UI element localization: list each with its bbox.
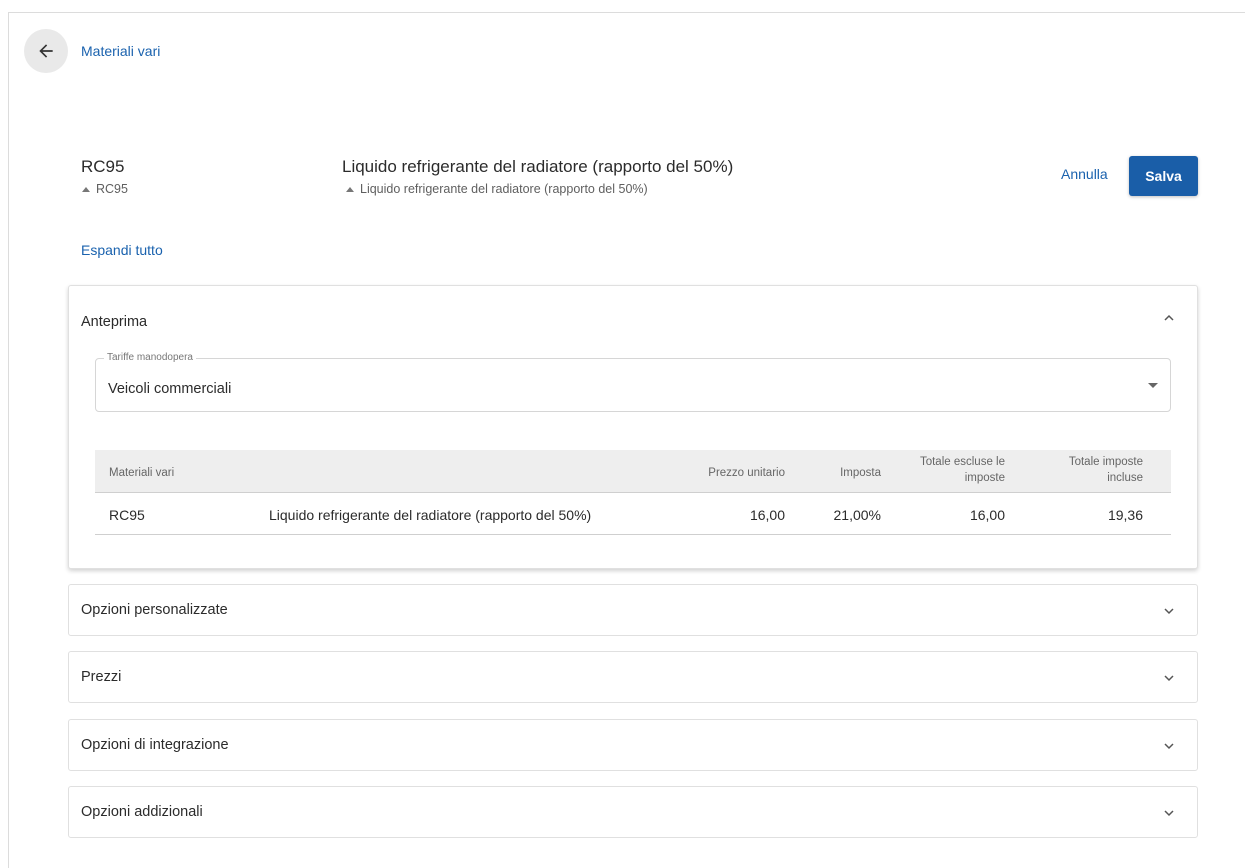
cancel-button[interactable]: Annulla — [1061, 166, 1108, 182]
labor-rates-value: Veicoli commerciali — [108, 381, 232, 397]
chevron-down-icon[interactable] — [1163, 672, 1175, 684]
section-integration-options[interactable]: Opzioni di integrazione — [68, 719, 1198, 771]
labor-rates-select[interactable]: Tariffe manodopera Veicoli commerciali — [95, 352, 1171, 412]
header-total-incl-line2: incluse — [1107, 472, 1143, 484]
section-additional-options[interactable]: Opzioni addizionali — [68, 786, 1198, 838]
header-tax: Imposta — [840, 467, 881, 479]
cell-code: RC95 — [109, 507, 145, 523]
cell-tax: 21,00% — [833, 507, 881, 523]
header-total-excl: Totale escluse le imposte — [920, 454, 1005, 486]
chevron-down-icon[interactable] — [1163, 740, 1175, 752]
breadcrumb[interactable]: Materiali vari — [81, 43, 160, 59]
section-custom-options[interactable]: Opzioni personalizzate — [68, 584, 1198, 636]
item-description-secondary: Liquido refrigerante del radiatore (rapp… — [346, 182, 648, 196]
preview-panel-title[interactable]: Anteprima — [81, 314, 147, 330]
section-title: Opzioni addizionali — [81, 804, 203, 820]
cell-unit-price: 16,00 — [749, 507, 785, 523]
header-total-excl-line2: imposte — [964, 472, 1005, 484]
chevron-down-icon[interactable] — [1163, 807, 1175, 819]
cell-description: Liquido refrigerante del radiatore (rapp… — [269, 507, 592, 523]
section-title: Opzioni personalizzate — [81, 602, 228, 618]
section-prices[interactable]: Prezzi — [68, 651, 1198, 703]
item-description-secondary-text: Liquido refrigerante del radiatore (rapp… — [360, 182, 648, 196]
preview-table: Materiali vari Prezzo unitario Imposta T… — [95, 450, 1171, 535]
item-description: Liquido refrigerante del radiatore (rapp… — [342, 157, 734, 176]
page-border-left — [8, 12, 9, 868]
item-code-secondary: RC95 — [82, 182, 128, 196]
item-code: RC95 — [81, 157, 125, 176]
page-border-top — [8, 12, 1245, 13]
cell-total-incl: 19,36 — [1107, 507, 1143, 523]
caret-down-icon — [1148, 383, 1158, 388]
triangle-up-icon — [346, 186, 354, 192]
triangle-up-icon — [82, 186, 90, 192]
expand-all-link[interactable]: Espandi tutto — [81, 242, 163, 258]
header-total-incl-line1: Totale imposte — [1068, 456, 1143, 468]
table-header: Materiali vari Prezzo unitario Imposta T… — [95, 450, 1171, 493]
preview-panel: Anteprima Tariffe manodopera Veicoli com… — [68, 285, 1198, 569]
section-title: Opzioni di integrazione — [81, 737, 229, 753]
header-total-excl-line1: Totale escluse le — [919, 456, 1005, 468]
chevron-up-icon[interactable] — [1163, 312, 1175, 324]
table-row: RC95 Liquido refrigerante del radiatore … — [95, 493, 1171, 535]
chevron-down-icon[interactable] — [1163, 605, 1175, 617]
header-unit-price: Prezzo unitario — [708, 467, 785, 479]
item-code-secondary-text: RC95 — [96, 182, 128, 196]
header-item: Materiali vari — [109, 467, 175, 479]
header-total-incl: Totale imposte incluse — [1069, 454, 1143, 486]
save-button[interactable]: Salva — [1129, 156, 1198, 196]
section-title: Prezzi — [81, 669, 122, 685]
back-button[interactable] — [24, 29, 68, 73]
cell-total-excl: 16,00 — [969, 507, 1005, 523]
arrow-left-icon — [39, 44, 53, 58]
labor-rates-label: Tariffe manodopera — [104, 352, 196, 363]
